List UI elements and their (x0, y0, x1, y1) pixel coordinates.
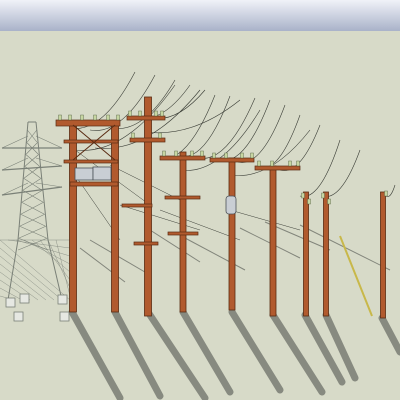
pole-insulator (138, 110, 142, 117)
tower-footing (13, 311, 24, 322)
pole-insulator (240, 152, 244, 159)
power-line (197, 97, 256, 159)
pole-shadows (68, 221, 400, 400)
guy-wire (339, 235, 373, 317)
tower-base-mesh (0, 239, 71, 301)
power-line (111, 79, 176, 129)
pole-insulator (162, 150, 166, 157)
tower-crossarm-brace (1, 135, 29, 149)
utility-pole (69, 121, 77, 313)
tower-base-mesh (15, 239, 71, 257)
pole-crossarm (254, 165, 301, 171)
tower-leg (47, 239, 63, 301)
pole-shadow (68, 308, 124, 400)
model-viewport[interactable] (0, 0, 400, 400)
pole-insulator (154, 110, 158, 117)
utility-poles[interactable] (55, 96, 388, 319)
pole-crossarm (129, 137, 166, 143)
power-line (257, 114, 301, 169)
tower-footing (57, 294, 68, 305)
pole-insulator (80, 114, 84, 121)
pole-insulator (160, 110, 164, 117)
power-line (279, 124, 321, 171)
pole-insulator (116, 114, 120, 121)
pole-insulator (158, 132, 162, 139)
power-line (299, 139, 341, 197)
pole-insulator (93, 114, 97, 121)
utility-pole (111, 121, 119, 313)
pole-insulator (270, 160, 274, 167)
tower-base-mesh (47, 239, 71, 289)
pole-insulator (296, 160, 300, 167)
pole-insulator (257, 160, 261, 167)
power-line (321, 149, 361, 197)
tower-base-mesh (0, 271, 39, 301)
pole-insulator (212, 152, 216, 159)
pole-crossarm (164, 195, 201, 200)
power-line (119, 204, 201, 231)
power-line (179, 95, 231, 157)
transformer (225, 195, 237, 215)
tower-crossarm (1, 165, 63, 171)
pole-insulator (250, 152, 254, 159)
pole-insulator (106, 114, 110, 121)
utility-pole (228, 157, 236, 311)
utility-pole (303, 191, 309, 317)
tower-footing (5, 297, 16, 308)
pole-insulator (307, 198, 311, 205)
pole-crossarm (69, 181, 119, 187)
tower-crossarm-brace (35, 135, 63, 149)
pole-crossarm (126, 115, 166, 121)
power-line (229, 209, 301, 231)
lattice-transmission-tower[interactable] (0, 121, 71, 322)
pole-crossarm (159, 155, 206, 161)
pole-shadow (228, 308, 284, 394)
pole-crossarm (63, 159, 119, 164)
power-line (237, 104, 286, 163)
tower-base-mesh (55, 239, 71, 297)
pole-crossarm (209, 157, 255, 163)
pole-insulator (128, 110, 132, 117)
utility-pole-scene[interactable] (0, 0, 400, 400)
pole-crossarm (167, 231, 199, 236)
utility-pole (323, 191, 329, 317)
pole-insulator (174, 150, 178, 157)
pole-insulator (190, 150, 194, 157)
pole-shadow (322, 311, 359, 382)
utility-pole (380, 191, 386, 319)
transformer (74, 167, 94, 181)
transformer (92, 166, 112, 181)
tower-base-mesh (31, 239, 71, 273)
pole-insulator (68, 114, 72, 121)
tower-base-mesh (23, 239, 71, 265)
tower-crossarm-brace (35, 182, 63, 188)
pole-crossarm (121, 203, 153, 208)
pole-insulator (131, 132, 135, 139)
pole-insulator (224, 152, 228, 159)
pole-insulator (288, 160, 292, 167)
pole-crossarm (133, 241, 159, 246)
pole-insulator (301, 192, 305, 199)
utility-pole (269, 165, 277, 317)
wire-shadow (184, 237, 246, 271)
pole-insulator (200, 150, 204, 157)
tower-footing (19, 293, 30, 304)
tower-footing (59, 311, 70, 322)
pole-crossarm (55, 119, 121, 127)
pole-insulator (58, 114, 62, 121)
power-line (159, 209, 241, 241)
pole-insulator (327, 198, 331, 205)
pole-insulator (321, 192, 325, 199)
pole-shadow (378, 314, 400, 356)
pole-insulator (384, 190, 388, 197)
